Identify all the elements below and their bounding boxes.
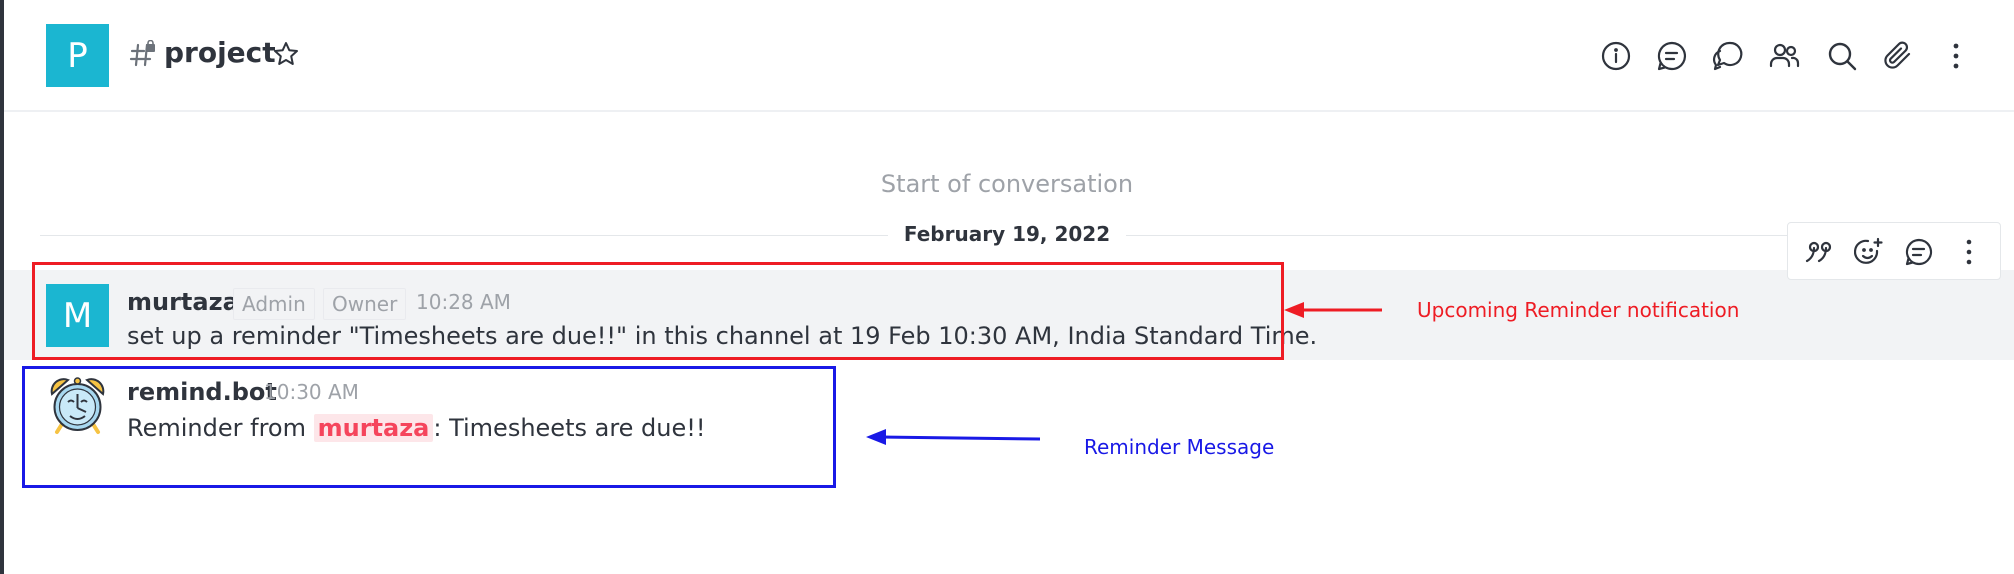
start-of-conversation: Start of conversation <box>880 170 1134 198</box>
room-avatar[interactable]: P <box>46 24 109 87</box>
date-divider: February 19, 2022 <box>0 222 2014 246</box>
attachment-icon[interactable] <box>1882 40 1914 72</box>
info-icon[interactable] <box>1600 40 1632 72</box>
search-icon[interactable] <box>1826 40 1858 72</box>
annotation-label-blue: Reminder Message <box>1084 435 1275 459</box>
quote-icon[interactable] <box>1804 237 1834 267</box>
private-channel-icon <box>128 39 158 70</box>
favorite-star-icon[interactable] <box>272 40 300 68</box>
reply-in-thread-icon[interactable] <box>1904 237 1934 267</box>
room-avatar-letter: P <box>67 35 88 76</box>
date-divider-label: February 19, 2022 <box>887 222 1127 246</box>
members-icon[interactable] <box>1768 40 1800 72</box>
annotation-box-red <box>32 262 1284 360</box>
annotation-arrow-blue <box>866 429 1041 445</box>
message-action-toolbar <box>1787 222 2001 280</box>
room-header: P project <box>4 0 2014 112</box>
discussion-icon[interactable] <box>1656 40 1688 72</box>
room-title[interactable]: project <box>164 36 276 69</box>
annotation-box-blue <box>22 366 836 488</box>
kebab-menu-icon[interactable] <box>1940 40 1972 72</box>
annotation-label-red: Upcoming Reminder notification <box>1417 298 1740 322</box>
more-options-icon[interactable] <box>1954 237 1984 267</box>
threads-icon[interactable] <box>1712 40 1744 72</box>
add-reaction-icon[interactable] <box>1853 237 1884 267</box>
annotation-arrow-red <box>1284 302 1382 318</box>
